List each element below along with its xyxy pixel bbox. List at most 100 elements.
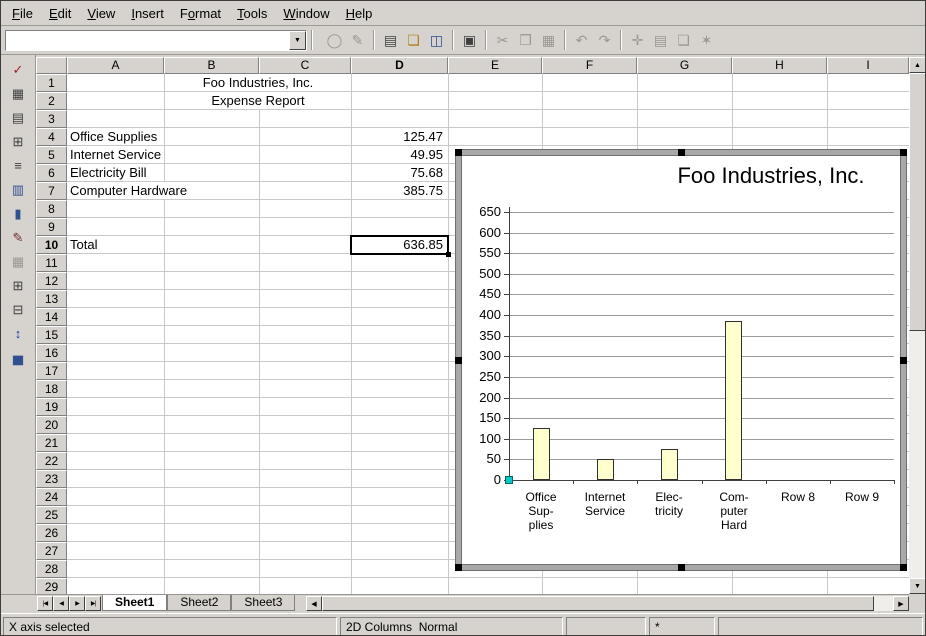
column-header-A[interactable]: A xyxy=(67,57,164,74)
draw-icon[interactable]: ✎ xyxy=(6,228,30,247)
row-header-8[interactable]: 8 xyxy=(36,200,67,218)
tab-sheet1[interactable]: Sheet1 xyxy=(102,595,167,611)
first-sheet-button[interactable]: |◀ xyxy=(37,596,53,611)
scroll-down-button[interactable]: ▼ xyxy=(909,578,925,594)
copy-icon[interactable]: ❐ xyxy=(514,29,537,51)
stop-icon[interactable]: ◯ xyxy=(323,29,346,51)
tab-sheet2[interactable]: Sheet2 xyxy=(167,595,231,611)
horizontal-scroll-thumb[interactable] xyxy=(322,596,874,611)
column-header-F[interactable]: F xyxy=(542,57,637,74)
column-header-I[interactable]: I xyxy=(827,57,909,74)
chart-resize-handle-bottom[interactable] xyxy=(678,564,685,571)
row-header-20[interactable]: 20 xyxy=(36,416,67,434)
row-header-22[interactable]: 22 xyxy=(36,452,67,470)
scroll-right-button[interactable]: ▶ xyxy=(893,596,909,611)
column-header-E[interactable]: E xyxy=(448,57,542,74)
cell-D6[interactable]: 75.68 xyxy=(352,164,445,181)
row-header-19[interactable]: 19 xyxy=(36,398,67,416)
row-header-17[interactable]: 17 xyxy=(36,362,67,380)
url-dropdown-button[interactable]: ▼ xyxy=(289,31,306,50)
chart-bar-2[interactable] xyxy=(661,449,678,480)
row-header-9[interactable]: 9 xyxy=(36,218,67,236)
row-header-18[interactable]: 18 xyxy=(36,380,67,398)
column-header-H[interactable]: H xyxy=(732,57,827,74)
insert-table-icon[interactable]: ⊞ xyxy=(6,276,30,295)
vertical-scrollbar[interactable]: ▲ ▼ xyxy=(909,57,925,594)
row-header-27[interactable]: 27 xyxy=(36,542,67,560)
menu-help[interactable]: Help xyxy=(338,4,381,23)
row-header-4[interactable]: 4 xyxy=(36,128,67,146)
cell-B1[interactable]: Foo Industries, Inc. xyxy=(165,74,351,91)
menu-file[interactable]: File xyxy=(4,4,41,23)
cell-A7[interactable]: Computer Hardware xyxy=(68,182,189,199)
cell-A5[interactable]: Internet Service xyxy=(68,146,163,163)
row-header-2[interactable]: 2 xyxy=(36,92,67,110)
menu-insert[interactable]: Insert xyxy=(123,4,172,23)
print-icon[interactable]: ▣ xyxy=(458,29,481,51)
scroll-up-button[interactable]: ▲ xyxy=(909,57,925,73)
chart-resize-handle-right[interactable] xyxy=(900,357,907,364)
chart-resize-handle-bottom-right[interactable] xyxy=(900,564,907,571)
row-header-6[interactable]: 6 xyxy=(36,164,67,182)
column-header-G[interactable]: G xyxy=(637,57,732,74)
row-header-24[interactable]: 24 xyxy=(36,488,67,506)
undo-icon[interactable]: ↶ xyxy=(570,29,593,51)
row-header-3[interactable]: 3 xyxy=(36,110,67,128)
cell-A6[interactable]: Electricity Bill xyxy=(68,164,149,181)
embedded-chart[interactable]: Foo Industries, Inc. 0501001502002503003… xyxy=(456,150,906,570)
menu-edit[interactable]: Edit xyxy=(41,4,79,23)
chart-bar-3[interactable] xyxy=(725,321,742,480)
tab-sheet3[interactable]: Sheet3 xyxy=(231,595,295,611)
new-doc-icon[interactable]: ▤ xyxy=(379,29,402,51)
cell-D5[interactable]: 49.95 xyxy=(352,146,445,163)
gallery-icon[interactable]: ❏ xyxy=(672,29,695,51)
navigator-icon[interactable]: ✛ xyxy=(626,29,649,51)
row-header-5[interactable]: 5 xyxy=(36,146,67,164)
menu-format[interactable]: Format xyxy=(172,4,229,23)
paste-icon[interactable]: ▦ xyxy=(537,29,560,51)
column-header-C[interactable]: C xyxy=(259,57,351,74)
scroll-left-button[interactable]: ◀ xyxy=(306,596,322,611)
row-header-16[interactable]: 16 xyxy=(36,344,67,362)
row-header-23[interactable]: 23 xyxy=(36,470,67,488)
hyperlink-icon[interactable]: ✶ xyxy=(695,29,718,51)
chart-bar-1[interactable] xyxy=(597,459,614,480)
open-icon[interactable]: ❏ xyxy=(402,29,425,51)
row-header-28[interactable]: 28 xyxy=(36,560,67,578)
row-header-11[interactable]: 11 xyxy=(36,254,67,272)
save-icon[interactable]: ◫ xyxy=(425,29,448,51)
last-sheet-button[interactable]: ▶| xyxy=(85,596,101,611)
spellcheck-icon[interactable]: ✓ xyxy=(6,60,30,79)
menu-tools[interactable]: Tools xyxy=(229,4,275,23)
vertical-scroll-track[interactable] xyxy=(909,331,925,578)
edit-file-icon[interactable]: ✎ xyxy=(346,29,369,51)
horizontal-scroll-track[interactable] xyxy=(874,596,893,611)
borders-icon[interactable]: ⊟ xyxy=(6,300,30,319)
cell-D7[interactable]: 385.75 xyxy=(352,182,445,199)
chart-y-axis[interactable] xyxy=(509,207,510,480)
x-axis-selection-handle[interactable] xyxy=(505,476,513,484)
stylist-icon[interactable]: ▤ xyxy=(649,29,672,51)
menu-window[interactable]: Window xyxy=(275,4,337,23)
sort-icon[interactable]: ↕ xyxy=(6,324,30,343)
redo-icon[interactable]: ↷ xyxy=(593,29,616,51)
row-header-1[interactable]: 1 xyxy=(36,74,67,92)
prev-sheet-button[interactable]: ◀ xyxy=(53,596,69,611)
autoformat-icon[interactable]: ▤ xyxy=(6,108,30,127)
next-sheet-button[interactable]: ▶ xyxy=(69,596,85,611)
cut-icon[interactable]: ✂ xyxy=(491,29,514,51)
menu-view[interactable]: View xyxy=(79,4,123,23)
cell-D4[interactable]: 125.47 xyxy=(352,128,445,145)
column-header-B[interactable]: B xyxy=(164,57,259,74)
cell-B2[interactable]: Expense Report xyxy=(165,92,351,109)
fill-handle[interactable] xyxy=(446,252,451,257)
row-header-13[interactable]: 13 xyxy=(36,290,67,308)
horizontal-scrollbar[interactable]: ◀ ▶ xyxy=(306,596,909,611)
chart-icon[interactable]: ▥ xyxy=(6,180,30,199)
row-header-14[interactable]: 14 xyxy=(36,308,67,326)
insert-object-icon[interactable]: ▦ xyxy=(6,84,30,103)
row-header-12[interactable]: 12 xyxy=(36,272,67,290)
align-icon[interactable]: ≡ xyxy=(6,156,30,175)
cell-A4[interactable]: Office Supplies xyxy=(68,128,159,145)
url-input[interactable] xyxy=(6,31,289,50)
